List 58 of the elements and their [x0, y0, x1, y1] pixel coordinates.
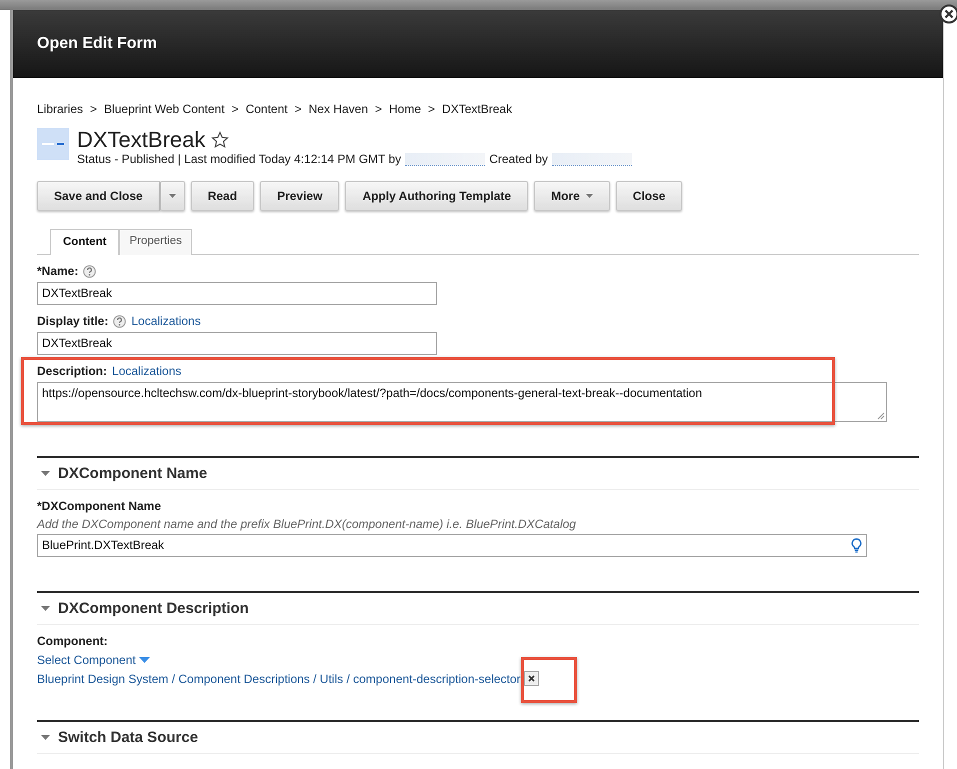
toolbar-button[interactable]: Preview — [260, 181, 340, 211]
tab[interactable]: Properties — [119, 229, 192, 255]
breadcrumb-separator: > — [90, 102, 98, 116]
expanded-triangle-icon[interactable] — [41, 604, 50, 613]
text-field[interactable]: DXTextBreak — [37, 282, 437, 305]
menu-button[interactable]: More — [534, 181, 610, 211]
section-title: Switch Data Source — [58, 729, 198, 746]
breadcrumb-item[interactable]: Nex Haven — [308, 102, 368, 116]
close-icon[interactable] — [939, 4, 957, 24]
localizations-link[interactable]: Localizations — [112, 364, 182, 378]
component-path-link[interactable]: Blueprint Design System / Component Descriptions / Utils / component-description-selector — [37, 672, 521, 686]
select-component-link[interactable]: Select Component — [37, 653, 136, 667]
breadcrumb-item[interactable]: DXTextBreak — [442, 102, 512, 116]
lightbulb-icon[interactable] — [851, 538, 862, 553]
remove-button[interactable] — [524, 671, 539, 686]
field-label: *Name: — [37, 264, 78, 278]
status-text: Status - Published | Last modified Today 4:12:14 PM GMT by — [77, 152, 402, 166]
field-hint: Add the DXComponent name and the prefix BluePrint.DX(component-name) i.e. BluePrint.DXCatalog — [37, 517, 577, 531]
section-title: DXComponent Name — [58, 465, 208, 482]
section-title: DXComponent Description — [58, 600, 249, 617]
caret-icon — [586, 194, 593, 198]
text-area[interactable]: https://opensource.hcltechsw.com/dx-blueprint-storybook/latest/?path=/docs/components-general-text-break--documentation — [37, 382, 887, 422]
breadcrumb-item[interactable]: Home — [389, 102, 422, 116]
localizations-link[interactable]: Localizations — [131, 314, 201, 328]
toolbar-button[interactable]: Apply Authoring Template — [345, 181, 528, 211]
created-by-label: Created by — [489, 152, 548, 166]
dropdown-caret-icon[interactable] — [138, 656, 150, 664]
breadcrumb-item[interactable]: Blueprint Web Content — [104, 102, 225, 116]
breadcrumb-separator: > — [232, 102, 239, 116]
expanded-triangle-icon[interactable] — [41, 469, 50, 478]
breadcrumb-item[interactable]: Content — [246, 102, 288, 116]
breadcrumb-separator: > — [375, 102, 382, 116]
caret-icon — [168, 194, 176, 198]
section-header[interactable]: Switch Data Source — [37, 722, 919, 754]
help-icon[interactable] — [113, 314, 126, 328]
section-header[interactable]: DXComponent Description — [37, 593, 919, 625]
breadcrumb-item[interactable]: Libraries — [37, 102, 84, 116]
field-label: *DXComponent Name — [37, 499, 162, 513]
text-field[interactable]: BluePrint.DXTextBreak — [37, 534, 867, 557]
tab[interactable]: Content — [50, 229, 120, 255]
section-header[interactable]: DXComponent Name — [37, 458, 919, 490]
content-title: DXTextBreak — [77, 128, 206, 152]
breadcrumb-separator: > — [294, 102, 302, 116]
breadcrumb-separator: > — [428, 102, 436, 116]
content-thumbnail — [37, 128, 69, 160]
dialog-title: Open Edit Form — [37, 35, 157, 53]
expanded-triangle-icon[interactable] — [41, 733, 50, 742]
text-field[interactable]: DXTextBreak — [37, 332, 437, 355]
toolbar-button[interactable]: Save and Close — [37, 181, 160, 211]
help-icon[interactable] — [83, 264, 96, 278]
field-label: Display title: — [37, 314, 108, 328]
toolbar-button[interactable]: Read — [190, 181, 254, 211]
star-icon[interactable] — [211, 131, 230, 149]
toolbar-button[interactable]: Close — [616, 181, 682, 211]
field-label: Component: — [37, 634, 108, 648]
resize-grip-icon[interactable] — [877, 412, 885, 420]
close-icon — [528, 675, 535, 682]
field-label: Description: — [37, 364, 108, 378]
